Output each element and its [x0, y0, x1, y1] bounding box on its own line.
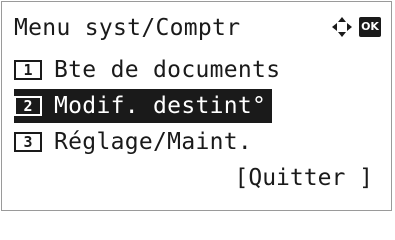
screen-title: Menu syst/Comptr — [14, 15, 241, 41]
item-number-badge: 2 — [14, 96, 42, 116]
menu-item-label: Modif. destint° — [54, 93, 267, 119]
quit-button[interactable]: [Quitter ] — [235, 160, 373, 196]
menu-item-destination[interactable]: 2 Modif. destint° — [14, 88, 273, 124]
four-way-arrow-icon — [332, 17, 352, 37]
menu-item-documents[interactable]: 1 Bte de documents — [14, 52, 280, 88]
lcd-panel: Menu syst/Comptr OK 1 Bte de documents 2M… — [1, 1, 392, 211]
menu-item-label: Bte de documents — [54, 57, 281, 83]
item-number-badge: 3 — [14, 132, 42, 152]
item-number-badge: 1 — [14, 60, 42, 80]
menu-item-maintenance[interactable]: 3 Réglage/Maint. — [14, 124, 252, 160]
menu-item-label: Réglage/Maint. — [54, 129, 253, 155]
ok-icon[interactable]: OK — [359, 17, 381, 37]
